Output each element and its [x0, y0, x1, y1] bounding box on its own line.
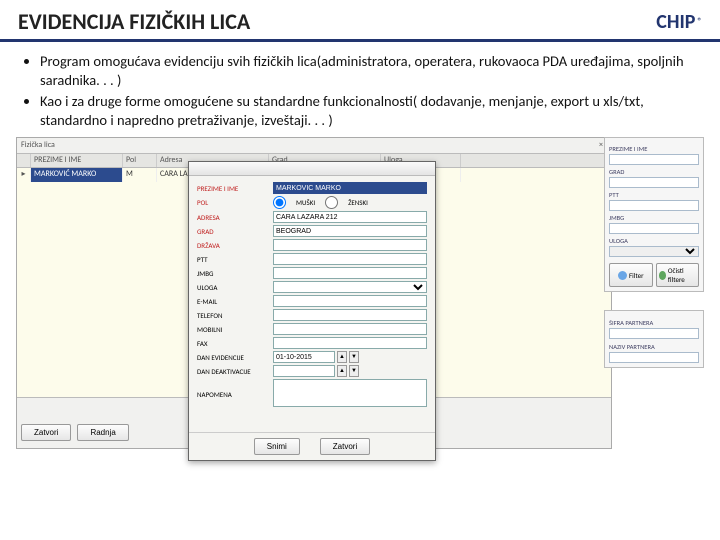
cell-prezime: MARKOVIĆ MARKO — [31, 168, 123, 182]
filter-input-grad[interactable] — [609, 177, 699, 188]
dlg-input-dan-deakt[interactable] — [273, 365, 335, 377]
dlg-label-email: E-MAIL — [197, 297, 273, 306]
dlg-input-mobilni[interactable] — [273, 323, 427, 335]
partner-panel: ŠIFRA PARTNERA NAZIV PARTNERA — [604, 310, 704, 368]
filter-icon — [618, 271, 627, 280]
dlg-label-grad: GRAD — [197, 227, 273, 236]
filter-label-grad: GRAD — [609, 168, 699, 176]
registered-icon: ® — [697, 16, 702, 27]
brand-logo: CHIP® — [656, 10, 702, 34]
dlg-label-pol: POL — [197, 198, 273, 207]
bullet-item: Program omogućava evidenciju svih fizičk… — [40, 52, 694, 90]
input-sifra-partnera[interactable] — [609, 328, 699, 339]
header-divider — [0, 39, 720, 42]
snimi-button[interactable]: Snimi — [254, 438, 300, 455]
filter-input-prezime[interactable] — [609, 154, 699, 165]
radnja-button[interactable]: Radnja — [77, 424, 128, 441]
zatvori-button[interactable]: Zatvori — [21, 424, 71, 441]
logo-text: CHIP — [656, 10, 695, 34]
edit-dialog: PREZIME I IME POL MUŠKI ŽENSKI ADRESA GR… — [188, 161, 436, 461]
label-sifra-partnera: ŠIFRA PARTNERA — [609, 319, 699, 327]
dlg-input-dan-evid[interactable] — [273, 351, 335, 363]
dlg-input-fax[interactable] — [273, 337, 427, 349]
dlg-select-uloga[interactable] — [273, 281, 427, 293]
input-naziv-partnera[interactable] — [609, 352, 699, 363]
filter-select-uloga[interactable] — [609, 246, 699, 257]
dlg-label-fax: FAX — [197, 339, 273, 348]
dlg-input-telefon[interactable] — [273, 309, 427, 321]
spin-up-icon[interactable]: ▲ — [337, 351, 347, 363]
dlg-label-uloga: ULOGA — [197, 283, 273, 292]
dlg-label-prezime: PREZIME I IME — [197, 184, 273, 193]
dialog-titlebar[interactable] — [189, 162, 435, 176]
dlg-input-email[interactable] — [273, 295, 427, 307]
dlg-input-ptt[interactable] — [273, 253, 427, 265]
dlg-label-drzava: DRŽAVA — [197, 241, 273, 250]
dlg-label-jmbg: JMBG — [197, 269, 273, 278]
bullet-list: Program omogućava evidenciju svih fizičk… — [0, 52, 720, 129]
dlg-radio-label-zenski: ŽENSKI — [348, 198, 368, 207]
dlg-input-jmbg[interactable] — [273, 267, 427, 279]
dlg-label-dan-evid: DAN EVIDENCIJE — [197, 353, 273, 362]
dlg-label-mobilni: MOBILNI — [197, 325, 273, 334]
cell-pol: M — [123, 168, 157, 182]
filter-panel: PREZIME I IME GRAD PTT JMBG ULOGA Filter… — [604, 137, 704, 292]
row-marker-icon: ▸ — [17, 168, 31, 182]
bullet-item: Kao i za druge forme omogućene su standa… — [40, 92, 694, 130]
filter-label-jmbg: JMBG — [609, 214, 699, 222]
filter-label-uloga: ULOGA — [609, 237, 699, 245]
filter-label-ptt: PTT — [609, 191, 699, 199]
dlg-zatvori-button[interactable]: Zatvori — [320, 438, 370, 455]
clear-icon — [659, 271, 666, 280]
filter-input-jmbg[interactable] — [609, 223, 699, 234]
dlg-label-napomena: NAPOMENA — [197, 390, 273, 399]
filter-label-prezime: PREZIME I IME — [609, 145, 699, 153]
dlg-input-prezime[interactable] — [273, 182, 427, 194]
dlg-label-adresa: ADRESA — [197, 213, 273, 222]
spin-up-icon[interactable]: ▲ — [337, 365, 347, 377]
page-title: EVIDENCIJA FIZIČKIH LICA — [18, 8, 250, 35]
dlg-input-drzava[interactable] — [273, 239, 427, 251]
spin-down-icon[interactable]: ▼ — [349, 351, 359, 363]
dlg-label-telefon: TELEFON — [197, 311, 273, 320]
dlg-input-grad[interactable] — [273, 225, 427, 237]
spin-down-icon[interactable]: ▼ — [349, 365, 359, 377]
clear-filter-button[interactable]: Očisti filtere — [656, 263, 700, 287]
dlg-label-dan-deakt: DAN DEAKTIVACIJE — [197, 367, 273, 376]
filter-button[interactable]: Filter — [609, 263, 653, 287]
dlg-radio-zenski[interactable] — [325, 196, 338, 209]
col-prezime[interactable]: PREZIME I IME — [31, 154, 123, 167]
dlg-input-napomena[interactable] — [273, 379, 427, 407]
dlg-radio-label-muski: MUŠKI — [296, 198, 315, 207]
dlg-input-adresa[interactable] — [273, 211, 427, 223]
col-pol[interactable]: Pol — [123, 154, 157, 167]
window-title: Fizička lica — [21, 140, 55, 151]
label-naziv-partnera: NAZIV PARTNERA — [609, 343, 699, 351]
dlg-radio-muski[interactable] — [273, 196, 286, 209]
dlg-label-ptt: PTT — [197, 255, 273, 264]
filter-input-ptt[interactable] — [609, 200, 699, 211]
